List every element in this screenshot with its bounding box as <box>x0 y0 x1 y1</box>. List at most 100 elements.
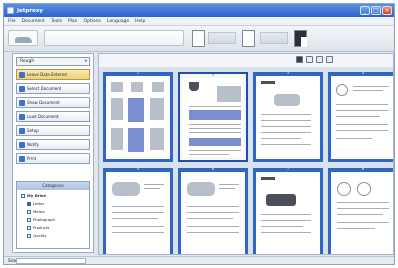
setup-icon <box>19 127 25 134</box>
sidebar-item-label: Show Document <box>27 100 60 105</box>
load-icon <box>19 113 25 120</box>
menu-document[interactable]: Document <box>22 19 45 24</box>
menu-bar: File Document Tools Plan Options Languag… <box>4 17 394 26</box>
toolbar-segment <box>208 32 236 44</box>
menu-language[interactable]: Language <box>107 19 129 24</box>
sidebar-item-select-document[interactable]: Select Document <box>16 83 90 94</box>
page-number: 2 <box>211 73 215 77</box>
maximize-button[interactable]: □ <box>371 6 381 15</box>
checkbox-icon <box>27 217 31 222</box>
categories-panel: Categories My Drive Letter Memo Photogra… <box>16 181 90 249</box>
sidebar: Rough ▾ Leave Data Entered Select Docume… <box>12 53 94 253</box>
scan-icon[interactable] <box>294 30 307 47</box>
page-preview <box>256 76 320 159</box>
status-field <box>16 258 86 264</box>
data-icon <box>19 71 25 78</box>
window-title: Jetproxy <box>17 7 43 14</box>
sidebar-item-label: Print <box>27 156 37 161</box>
page-thumbnail[interactable]: 5 <box>103 167 173 254</box>
page-number: 6 <box>211 167 215 171</box>
toolbar <box>4 26 394 52</box>
sidebar-item-show-document[interactable]: Show Document <box>16 97 90 108</box>
page-thumbnail[interactable]: 3 <box>253 71 323 162</box>
sidebar-item-label: Notify <box>27 142 39 147</box>
tree-node[interactable]: Letter <box>27 201 44 206</box>
status-label: Size <box>8 258 17 263</box>
page-thumbnail[interactable]: 7 <box>253 167 323 254</box>
checkbox-icon <box>27 201 31 206</box>
tree-node[interactable]: Quality <box>27 233 47 238</box>
thumbnail-view: 1 2 3 4 5 6 7 8 <box>98 53 394 255</box>
thumbnail-grid: 1 2 3 4 5 6 7 8 <box>99 67 393 254</box>
page-thumbnail[interactable]: 4 <box>328 71 393 162</box>
sidebar-item-label: Select Document <box>27 86 62 91</box>
tree-node-label: Memo <box>33 209 45 214</box>
app-icon <box>7 7 14 14</box>
sidebar-item-label: Load Document <box>27 114 59 119</box>
page-view-icon[interactable] <box>192 30 205 47</box>
sidebar-item-notify[interactable]: Notify <box>16 139 90 150</box>
tree-node-root[interactable]: My Drive <box>21 193 46 198</box>
page-preview <box>106 76 170 159</box>
checkbox-icon <box>27 225 31 230</box>
tree-node[interactable]: Photograph <box>27 217 55 222</box>
folder-icon <box>21 193 25 198</box>
status-bar: Size <box>4 256 394 264</box>
page-preview <box>331 76 393 159</box>
menu-options[interactable]: Options <box>84 19 101 24</box>
checkbox-icon <box>27 209 31 214</box>
rotate-icon[interactable] <box>326 56 333 63</box>
page-number: 7 <box>286 167 290 171</box>
page-preview <box>181 172 245 254</box>
page-thumbnail-selected[interactable]: 2 <box>178 72 248 162</box>
tree-node[interactable]: Memo <box>27 209 45 214</box>
sidebar-item-setup[interactable]: Setup <box>16 125 90 136</box>
view-tools <box>296 56 333 63</box>
page-preview <box>183 78 243 157</box>
page-thumbnail[interactable]: 8 <box>328 167 393 254</box>
title-bar: Jetproxy _ □ × <box>4 4 394 17</box>
minimize-button[interactable]: _ <box>360 6 370 15</box>
sidebar-item-label: Leave Data Entered <box>27 72 67 77</box>
tree-node-label: Quality <box>33 233 47 238</box>
tree-node-label: My Drive <box>27 193 46 198</box>
select-icon <box>19 85 25 92</box>
close-button[interactable]: × <box>382 6 392 15</box>
app-window: Jetproxy _ □ × File Document Tools Plan … <box>3 3 395 265</box>
page-number: 5 <box>136 167 140 171</box>
checkbox-icon <box>27 233 31 238</box>
sidebar-item-print[interactable]: Print <box>16 153 90 164</box>
page-preview <box>106 172 170 254</box>
menu-help[interactable]: Help <box>135 19 145 24</box>
view-dropdown-value: Rough <box>20 59 35 64</box>
print-icon[interactable] <box>296 56 303 63</box>
page-thumbnail[interactable]: 1 <box>103 71 173 162</box>
categories-header: Categories <box>17 182 89 190</box>
sidebar-item-leave-data[interactable]: Leave Data Entered <box>16 69 90 80</box>
document-icon[interactable] <box>242 30 255 47</box>
fit-page-icon[interactable] <box>316 56 323 63</box>
home-button[interactable] <box>8 30 38 46</box>
menu-tools[interactable]: Tools <box>51 19 62 24</box>
page-preview <box>256 172 320 254</box>
page-number: 3 <box>286 71 290 75</box>
tree-node-label: Photograph <box>33 217 55 222</box>
menu-file[interactable]: File <box>8 19 16 24</box>
scanner-icon <box>15 37 32 43</box>
show-icon <box>19 99 25 106</box>
chevron-down-icon: ▾ <box>84 59 87 64</box>
view-dropdown[interactable]: Rough ▾ <box>16 57 90 66</box>
tree-node[interactable]: Products <box>27 225 49 230</box>
page-thumbnail[interactable]: 6 <box>178 167 248 254</box>
print-icon <box>19 155 25 162</box>
notify-icon <box>19 141 25 148</box>
page-number: 4 <box>361 71 365 75</box>
tree-node-label: Products <box>33 225 50 230</box>
menu-plan[interactable]: Plan <box>68 19 78 24</box>
toolbar-field[interactable] <box>44 30 184 46</box>
sidebar-item-load-document[interactable]: Load Document <box>16 111 90 122</box>
page-preview <box>331 172 393 254</box>
sidebar-item-label: Setup <box>27 128 39 133</box>
tree-node-label: Letter <box>33 201 45 206</box>
zoom-icon[interactable] <box>306 56 313 63</box>
